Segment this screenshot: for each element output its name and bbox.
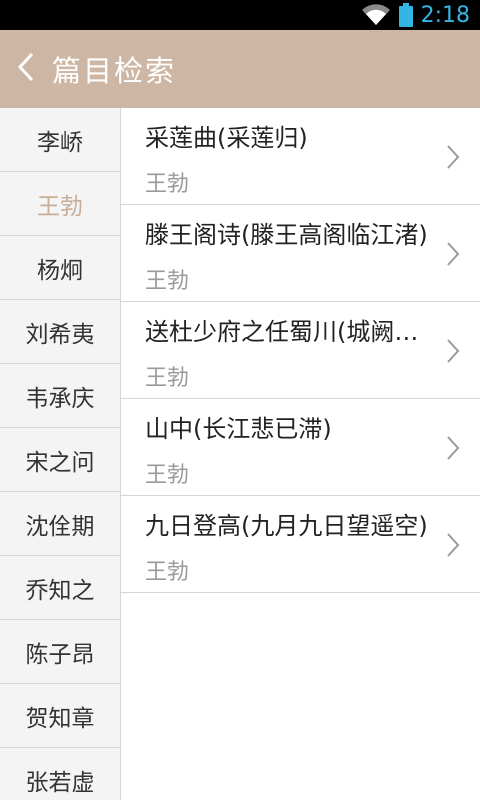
poem-list-item[interactable]: 采莲曲(采莲归) 王勃	[121, 108, 480, 205]
poem-title: 滕王阁诗(滕王高阁临江渚)	[145, 221, 428, 249]
poem-title: 采莲曲(采莲归)	[145, 124, 308, 152]
poem-title: 送杜少府之任蜀川(城阙辅三秦)	[145, 318, 435, 346]
chevron-right-icon	[446, 532, 460, 562]
sidebar-item-author[interactable]: 杨炯	[0, 236, 120, 300]
back-button[interactable]	[0, 30, 52, 108]
sidebar-item-author[interactable]: 沈佺期	[0, 492, 120, 556]
chevron-left-icon	[16, 51, 36, 87]
poem-list-item[interactable]: 九日登高(九月九日望遥空) 王勃	[121, 496, 480, 593]
sidebar-item-author[interactable]: 李峤	[0, 108, 120, 172]
poem-title: 山中(长江悲已滞)	[145, 415, 332, 443]
chevron-right-icon	[446, 241, 460, 271]
page-title: 篇目检索	[52, 54, 177, 88]
sidebar-item-author[interactable]: 张若虚	[0, 748, 120, 800]
status-bar: 2:18	[0, 0, 480, 30]
header-bar: 篇目检索	[0, 30, 480, 108]
sidebar-item-author[interactable]: 乔知之	[0, 556, 120, 620]
poem-author: 王勃	[145, 172, 190, 197]
sidebar-item-author[interactable]: 韦承庆	[0, 364, 120, 428]
chevron-right-icon	[446, 435, 460, 465]
poem-title: 九日登高(九月九日望遥空)	[145, 512, 428, 540]
wifi-icon	[361, 4, 391, 26]
sidebar-item-author[interactable]: 陈子昂	[0, 620, 120, 684]
poem-list-item[interactable]: 山中(长江悲已滞) 王勃	[121, 399, 480, 496]
poem-list: 采莲曲(采莲归) 王勃 滕王阁诗(滕王高阁临江渚) 王勃 送杜少府之任蜀川(城阙…	[121, 108, 480, 800]
battery-icon	[398, 3, 413, 27]
author-sidebar: 李峤 王勃 杨炯 刘希夷 韦承庆 宋之问 沈佺期 乔知之 陈子昂 贺知章 张若虚	[0, 108, 121, 800]
poem-list-item[interactable]: 滕王阁诗(滕王高阁临江渚) 王勃	[121, 205, 480, 302]
sidebar-item-author[interactable]: 贺知章	[0, 684, 120, 748]
poem-author: 王勃	[145, 366, 190, 391]
chevron-right-icon	[446, 144, 460, 174]
sidebar-item-author-active[interactable]: 王勃	[0, 172, 120, 236]
poem-author: 王勃	[145, 463, 190, 488]
chevron-right-icon	[446, 338, 460, 368]
sidebar-item-author[interactable]: 刘希夷	[0, 300, 120, 364]
poem-author: 王勃	[145, 269, 190, 294]
poem-list-item[interactable]: 送杜少府之任蜀川(城阙辅三秦) 王勃	[121, 302, 480, 399]
sidebar-item-author[interactable]: 宋之问	[0, 428, 120, 492]
status-time: 2:18	[420, 2, 470, 28]
poem-author: 王勃	[145, 560, 190, 585]
